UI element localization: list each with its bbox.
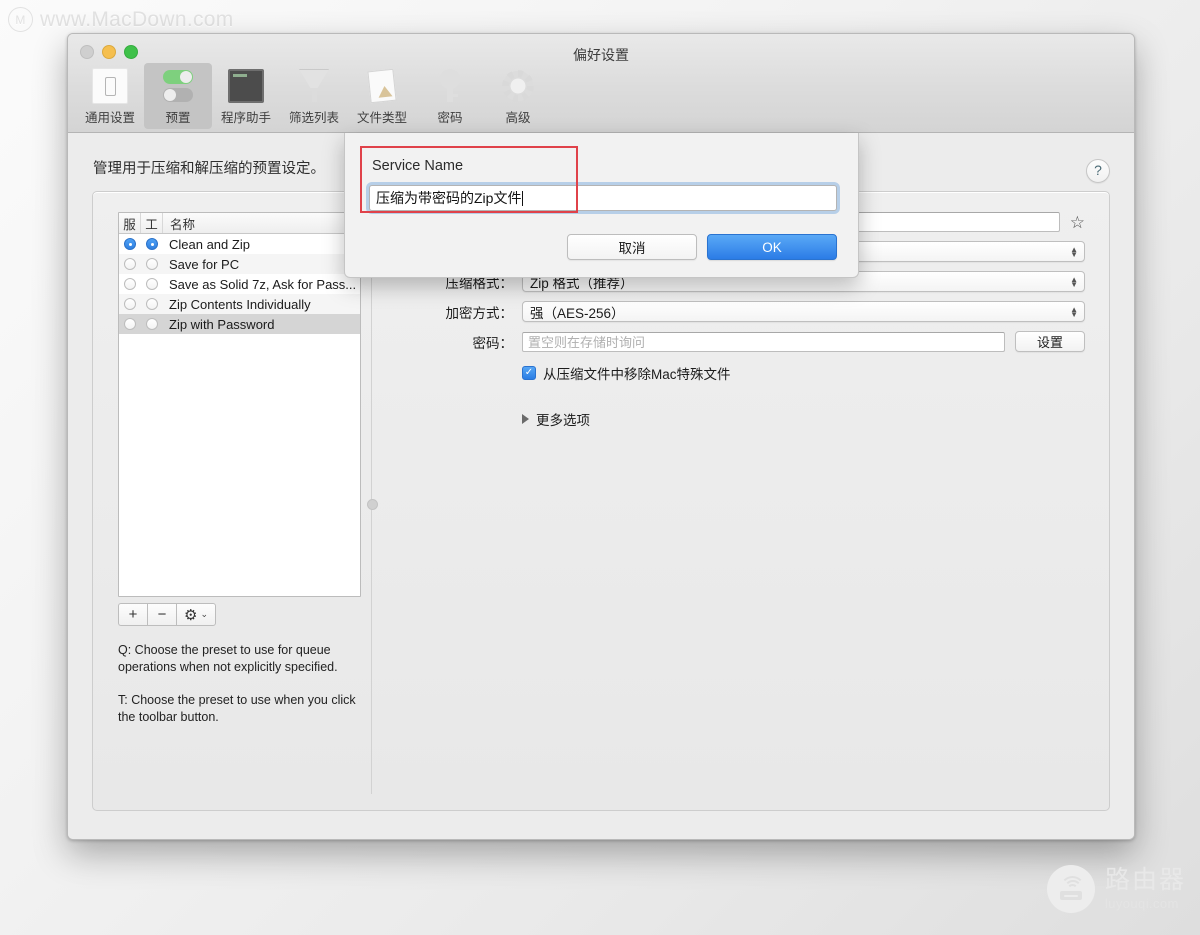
queue-preset-radio[interactable] xyxy=(124,238,136,250)
table-row[interactable]: Save as Solid 7z, Ask for Pass... xyxy=(119,274,360,294)
luyouqi-watermark: 路由器 luyouqi.com xyxy=(1046,865,1186,913)
preset-note-queue: Q: Choose the preset to use for queue op… xyxy=(118,643,338,674)
preset-list-body: Clean and Zip Save for PC Save as Solid 7z… xyxy=(119,234,360,334)
remove-preset-button[interactable]: − xyxy=(147,603,176,626)
table-row[interactable]: Clean and Zip xyxy=(119,234,360,254)
toolbar-preset-radio[interactable] xyxy=(146,238,158,250)
toolbar-label-presets: 预置 xyxy=(165,111,191,125)
toolbar-label-password: 密码 xyxy=(437,111,463,125)
toolbar-preset-radio[interactable] xyxy=(146,278,158,290)
column-header-name[interactable]: 名称 xyxy=(163,213,360,233)
presets-panel: 服 工 名称 Clean and Zip Save for PC Save as S… xyxy=(92,191,1110,811)
chevron-down-icon: ⌄ xyxy=(200,609,208,619)
splitter-knob[interactable] xyxy=(367,499,378,510)
toolbar-item-helper[interactable]: 程序助手 xyxy=(212,63,280,129)
router-logo-icon xyxy=(1046,865,1095,913)
toolbar-item-advanced[interactable]: 高级 xyxy=(484,63,552,129)
toolbar-label-general: 通用设置 xyxy=(84,111,135,125)
toolbar-item-password[interactable]: 密码 xyxy=(416,63,484,129)
panel-splitter[interactable] xyxy=(367,212,378,794)
luyouqi-watermark-cn: 路由器 xyxy=(1104,866,1186,894)
encryption-method-row: 加密方式： 强（AES-256） ▲ ▼ xyxy=(393,301,1085,322)
password-label: 密码： xyxy=(472,335,514,351)
stepper-arrows-icon: ▲ ▼ xyxy=(1070,244,1078,259)
queue-preset-radio[interactable] xyxy=(124,318,136,330)
encryption-method-select[interactable]: 强（AES-256） ▲ ▼ xyxy=(522,301,1085,322)
text-caret xyxy=(522,190,524,206)
preset-name: Clean and Zip xyxy=(169,236,250,252)
disclosure-triangle-icon xyxy=(522,414,529,424)
add-preset-button[interactable]: + xyxy=(118,603,147,626)
service-name-input[interactable]: 压缩为带密码的Zip文件 xyxy=(369,185,837,211)
star-icon[interactable]: ☆ xyxy=(1070,214,1085,231)
preset-name: Zip Contents Individually xyxy=(169,296,311,312)
preset-actions-button[interactable]: ⚙ ⌄ xyxy=(176,603,216,626)
luyouqi-watermark-en: luyouqi.com xyxy=(1104,896,1179,911)
remove-mac-files-label: 从压缩文件中移除Mac特殊文件 xyxy=(543,367,731,382)
more-options-label: 更多选项 xyxy=(536,413,590,428)
key-password-icon xyxy=(427,67,473,105)
toolbar-label-helper: 程序助手 xyxy=(220,111,271,125)
chip-helper-icon xyxy=(223,67,269,105)
presets-toggle-icon xyxy=(155,67,201,105)
password-input[interactable]: 置空则在存储时询问 xyxy=(522,331,1005,352)
ok-button[interactable]: OK xyxy=(707,234,837,260)
remove-mac-files-row[interactable]: ✓ 从压缩文件中移除Mac特殊文件 xyxy=(522,363,1085,383)
queue-preset-radio[interactable] xyxy=(124,298,136,310)
table-row[interactable]: Zip Contents Individually xyxy=(119,294,360,314)
sheet-buttons: 取消 OK xyxy=(567,234,837,260)
stepper-arrows-icon: ▲ ▼ xyxy=(1070,304,1078,319)
service-name-value: 压缩为带密码的Zip文件 xyxy=(376,190,522,206)
general-settings-icon xyxy=(87,67,133,105)
preferences-window: 偏好设置 通用设置 预置 程序助手 筛选列表 文件类型 密码 高级 管理用于压缩… xyxy=(67,33,1135,840)
preset-note-toolbar: T: Choose the preset to use when you cli… xyxy=(118,693,356,724)
preset-name: Save for PC xyxy=(169,256,240,272)
toolbar-item-general[interactable]: 通用设置 xyxy=(76,63,144,129)
macdown-watermark-text: www.MacDown.com xyxy=(40,7,234,31)
toolbar-preset-radio[interactable] xyxy=(146,258,158,270)
table-row[interactable]: Zip with Password xyxy=(119,314,360,334)
table-row[interactable]: Save for PC xyxy=(119,254,360,274)
queue-preset-radio[interactable] xyxy=(124,278,136,290)
toolbar-preset-radio[interactable] xyxy=(146,318,158,330)
help-button[interactable]: ? xyxy=(1086,159,1110,183)
preferences-toolbar: 通用设置 预置 程序助手 筛选列表 文件类型 密码 高级 xyxy=(76,63,552,129)
macdown-watermark: M www.MacDown.com xyxy=(8,7,234,32)
preset-list-column: 服 工 名称 Clean and Zip Save for PC Save as S… xyxy=(118,212,361,794)
window-titlebar: 偏好设置 通用设置 预置 程序助手 筛选列表 文件类型 密码 高级 xyxy=(68,34,1134,133)
preset-list-header: 服 工 名称 xyxy=(119,213,360,234)
password-settings-button[interactable]: 设置 xyxy=(1015,331,1085,352)
preset-name: Zip with Password xyxy=(169,316,275,332)
cancel-button[interactable]: 取消 xyxy=(567,234,697,260)
gear-advanced-icon xyxy=(495,67,541,105)
remove-mac-files-checkbox[interactable]: ✓ xyxy=(522,366,536,380)
encryption-method-label: 加密方式： xyxy=(445,305,514,321)
preset-name: Save as Solid 7z, Ask for Pass... xyxy=(169,276,357,292)
column-header-queue[interactable]: 服 xyxy=(119,213,141,233)
toolbar-item-file-types[interactable]: 文件类型 xyxy=(348,63,416,129)
encryption-method-value: 强（AES-256） xyxy=(530,305,625,321)
toolbar-label-file-types: 文件类型 xyxy=(356,111,407,125)
preset-list[interactable]: 服 工 名称 Clean and Zip Save for PC Save as S… xyxy=(118,212,361,597)
gear-icon: ⚙ xyxy=(184,606,198,624)
toolbar-item-presets[interactable]: 预置 xyxy=(144,63,212,129)
toolbar-preset-radio[interactable] xyxy=(146,298,158,310)
column-header-toolbar[interactable]: 工 xyxy=(141,213,163,233)
toolbar-item-filter-list[interactable]: 筛选列表 xyxy=(280,63,348,129)
funnel-filter-icon xyxy=(291,67,337,105)
toolbar-label-advanced: 高级 xyxy=(505,111,531,125)
macdown-logo-icon: M xyxy=(8,7,33,32)
preset-list-toolbar: + − ⚙ ⌄ xyxy=(118,603,361,626)
service-name-label: Service Name xyxy=(372,158,464,174)
window-title: 偏好设置 xyxy=(573,47,629,63)
toolbar-label-filter-list: 筛选列表 xyxy=(288,111,339,125)
queue-preset-radio[interactable] xyxy=(124,258,136,270)
document-type-icon xyxy=(359,67,405,105)
service-name-sheet: Service Name 压缩为带密码的Zip文件 取消 OK xyxy=(344,133,859,278)
stepper-arrows-icon: ▲ ▼ xyxy=(1070,274,1078,289)
more-options-disclosure[interactable]: 更多选项 xyxy=(522,409,1085,429)
password-row: 密码： 置空则在存储时询问 设置 xyxy=(393,331,1085,352)
